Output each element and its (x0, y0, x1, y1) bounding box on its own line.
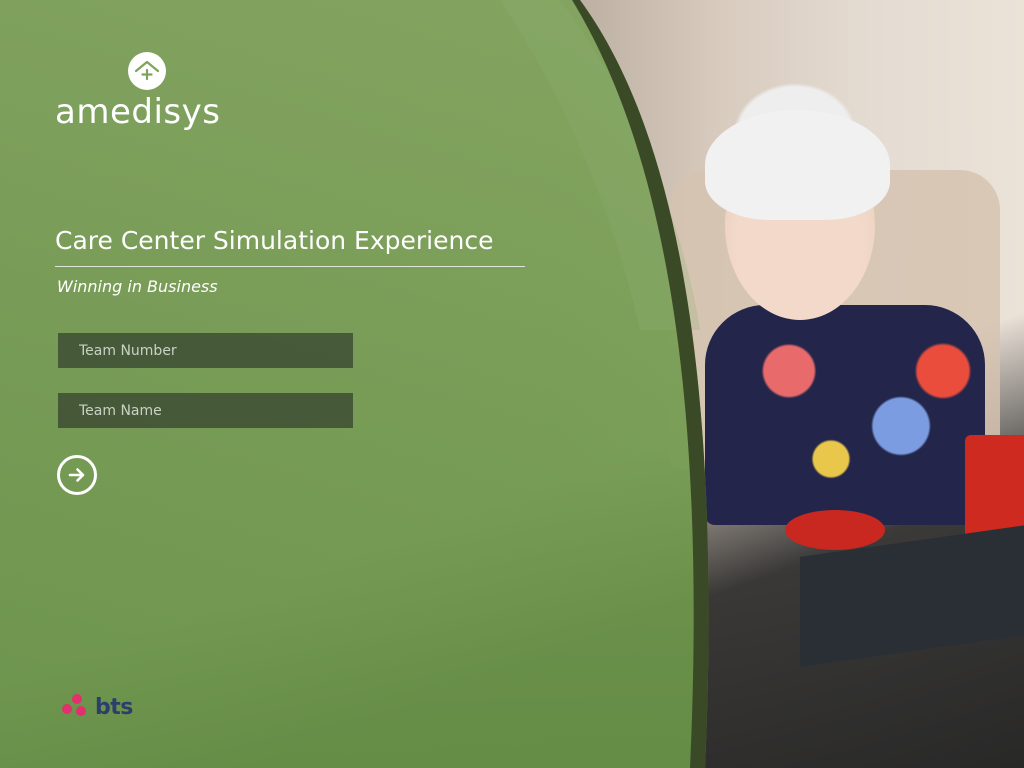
team-number-input[interactable] (58, 333, 353, 368)
login-screen: amedisys Care Center Simulation Experien… (0, 0, 1024, 768)
arrow-right-circle-icon (68, 468, 85, 482)
bts-dots-icon (62, 694, 92, 720)
house-plus-icon (128, 52, 166, 90)
brand-name: amedisys (55, 92, 221, 132)
title-divider (55, 266, 525, 267)
team-name-input[interactable] (58, 393, 353, 428)
bts-logo: bts (62, 693, 133, 721)
amedisys-logo: amedisys (55, 50, 255, 140)
submit-button[interactable] (57, 455, 97, 495)
bts-wordmark: bts (95, 694, 133, 720)
page-subtitle: Winning in Business (57, 277, 218, 296)
page-title: Care Center Simulation Experience (55, 226, 494, 255)
